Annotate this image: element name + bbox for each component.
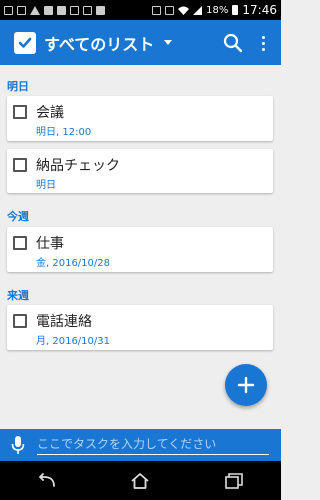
battery-icon xyxy=(232,5,239,15)
more-dot-icon xyxy=(261,47,265,51)
task-date: 月, 2016/10/31 xyxy=(36,336,110,347)
photo-icon xyxy=(44,5,53,15)
task-card[interactable]: 会議 明日, 12:00 xyxy=(7,96,273,141)
check-icon xyxy=(83,5,92,15)
task-title: 電話連絡 xyxy=(36,314,92,330)
task-checkbox[interactable] xyxy=(13,314,27,328)
system-icons: 18% 17:46 xyxy=(152,3,277,17)
alert-icon xyxy=(30,5,40,15)
task-input[interactable] xyxy=(37,435,269,455)
vibrate-icon xyxy=(165,5,175,15)
task-checkbox[interactable] xyxy=(13,236,27,250)
task-card[interactable]: 仕事 金, 2016/10/28 xyxy=(7,227,273,272)
recent-apps-button[interactable] xyxy=(221,470,247,492)
app-logo-checkmark-icon xyxy=(14,31,36,54)
message-icon xyxy=(17,5,26,15)
app-bar: すべてのリスト xyxy=(0,20,281,65)
recent-apps-icon xyxy=(225,472,243,489)
more-menu-button[interactable] xyxy=(257,32,269,54)
task-card[interactable]: 電話連絡 月, 2016/10/31 xyxy=(7,305,273,350)
home-button[interactable] xyxy=(127,470,153,492)
facebook-icon xyxy=(57,5,66,15)
chevron-down-icon[interactable] xyxy=(164,40,173,45)
back-icon xyxy=(38,472,55,487)
task-title: 納品チェック xyxy=(36,158,120,174)
section-header-this-week: 今週 xyxy=(7,210,29,223)
microphone-icon xyxy=(11,436,25,454)
nfc-icon xyxy=(152,5,162,15)
voice-input-button[interactable] xyxy=(10,435,26,455)
system-nav-bar xyxy=(0,461,281,500)
task-title: 仕事 xyxy=(36,236,64,252)
plus-icon xyxy=(237,376,255,394)
task-title: 会議 xyxy=(36,105,64,121)
more-dot-icon xyxy=(261,35,265,39)
quick-add-bar xyxy=(0,429,281,461)
task-card[interactable]: 納品チェック 明日 xyxy=(7,149,273,193)
search-icon xyxy=(223,33,243,53)
status-bar: 18% 17:46 xyxy=(0,0,281,20)
task-date: 明日 xyxy=(36,180,56,191)
signal-icon xyxy=(193,5,203,15)
task-checkbox[interactable] xyxy=(13,105,27,119)
bag-icon xyxy=(96,5,105,15)
notification-icons xyxy=(4,5,105,15)
section-header-tomorrow: 明日 xyxy=(7,80,29,93)
section-header-next-week: 来週 xyxy=(7,289,29,302)
home-icon xyxy=(131,472,150,489)
task-checkbox[interactable] xyxy=(13,158,27,172)
wifi-icon xyxy=(178,6,190,15)
back-button[interactable] xyxy=(34,470,60,492)
more-dot-icon xyxy=(261,41,265,45)
add-task-button[interactable] xyxy=(225,364,267,406)
download-icon xyxy=(70,5,79,15)
task-date: 金, 2016/10/28 xyxy=(36,258,110,269)
task-date: 明日, 12:00 xyxy=(36,127,92,138)
battery-percent: 18% xyxy=(206,4,229,16)
list-title[interactable]: すべてのリスト xyxy=(44,31,154,55)
notification-icon xyxy=(4,5,13,15)
clock: 17:46 xyxy=(242,3,277,17)
search-button[interactable] xyxy=(222,32,244,54)
